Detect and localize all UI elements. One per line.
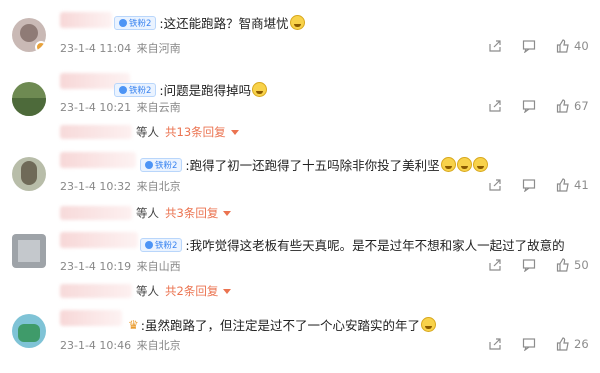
username-blurred[interactable] bbox=[60, 152, 136, 168]
fan-badge[interactable]: 铁粉2 bbox=[140, 157, 183, 172]
comment-text: :问题是跑得掉吗 bbox=[159, 83, 252, 98]
comment-text: :虽然跑路了，但注定是过不了一个心安踏实的年了 bbox=[140, 318, 420, 333]
caret-down-icon[interactable] bbox=[223, 289, 232, 294]
comment-item: 铁粉2 :我咋觉得这老板有些天真呢。是不是过年不想和家人一起过了故意的 23-1… bbox=[0, 227, 600, 302]
replier-names-blurred bbox=[60, 206, 132, 220]
comment-icon[interactable] bbox=[522, 178, 536, 192]
comment-actions: 41 bbox=[468, 178, 590, 192]
laugh-emoji-icon bbox=[252, 82, 268, 97]
username-blurred[interactable] bbox=[60, 12, 112, 28]
comment-location: 来自北京 bbox=[136, 180, 181, 193]
laugh-emoji-icon bbox=[472, 157, 488, 172]
comment-line: 铁粉2 :问题是跑得掉吗 bbox=[114, 80, 268, 99]
replies-prefix: 等人 bbox=[136, 284, 159, 298]
share-icon[interactable] bbox=[488, 337, 502, 351]
comment-line: 铁粉2 :跑得了初一还跑得了十五吗除非你投了美利坚 bbox=[140, 155, 488, 174]
avatar[interactable] bbox=[12, 157, 46, 191]
username-blurred[interactable] bbox=[60, 232, 138, 248]
comment-actions: 26 bbox=[468, 337, 590, 351]
comment-item: ♛ :虽然跑路了，但注定是过不了一个心安踏实的年了 23-1-4 10:46 来… bbox=[0, 306, 600, 373]
comment-text: :我咋觉得这老板有些天真呢。是不是过年不想和家人一起过了故意的 bbox=[185, 238, 565, 253]
thumbs-up-icon[interactable] bbox=[556, 39, 570, 53]
comment-actions: 50 bbox=[468, 258, 590, 272]
laugh-emoji-icon bbox=[440, 157, 456, 172]
comment-meta: 23-1-4 10:32 来自北京 bbox=[60, 178, 181, 194]
fan-badge-icon bbox=[145, 240, 153, 249]
comment-actions: 67 bbox=[468, 99, 590, 113]
replies-summary: 等人 共13条回复 bbox=[60, 124, 239, 140]
like-count: 26 bbox=[574, 337, 589, 351]
verified-badge-icon bbox=[35, 41, 46, 52]
comment-meta: 23-1-4 10:21 来自云南 bbox=[60, 99, 181, 115]
comment-time: 23-1-4 10:46 bbox=[60, 339, 132, 352]
like-count: 41 bbox=[574, 178, 589, 192]
comment-time: 23-1-4 11:04 bbox=[60, 42, 132, 55]
comment-location: 来自河南 bbox=[136, 42, 181, 55]
comment-item: 铁粉2 :问题是跑得掉吗 23-1-4 10:21 来自云南 67 等人 共13… bbox=[0, 73, 600, 149]
fan-badge[interactable]: 铁粉2 bbox=[114, 15, 157, 30]
like-count: 50 bbox=[574, 258, 589, 272]
thumbs-up-icon[interactable] bbox=[556, 337, 570, 351]
avatar[interactable] bbox=[12, 82, 46, 116]
fan-badge[interactable]: 铁粉2 bbox=[140, 237, 183, 252]
comment-line: ♛ :虽然跑路了，但注定是过不了一个心安踏实的年了 bbox=[128, 315, 436, 334]
replies-summary: 等人 共3条回复 bbox=[60, 205, 232, 221]
view-replies-link[interactable]: 共3条回复 bbox=[165, 205, 218, 221]
comment-line: 铁粉2 :这还能跑路？智商堪忧 bbox=[114, 13, 305, 32]
view-replies-link[interactable]: 共13条回复 bbox=[165, 124, 226, 140]
comment-icon[interactable] bbox=[522, 39, 536, 53]
replies-prefix: 等人 bbox=[136, 125, 159, 139]
comment-location: 来自云南 bbox=[136, 101, 181, 114]
share-icon[interactable] bbox=[488, 258, 502, 272]
comment-meta: 23-1-4 11:04 来自河南 bbox=[60, 40, 181, 56]
like-count: 40 bbox=[574, 39, 589, 53]
replies-summary: 等人 共2条回复 bbox=[60, 283, 232, 299]
fan-badge-icon bbox=[145, 160, 153, 169]
avatar[interactable] bbox=[12, 234, 46, 268]
replier-names-blurred bbox=[60, 284, 132, 298]
share-icon[interactable] bbox=[488, 99, 502, 113]
view-replies-link[interactable]: 共2条回复 bbox=[165, 283, 218, 299]
fan-badge-icon bbox=[119, 18, 127, 27]
avatar[interactable] bbox=[12, 18, 46, 52]
caret-down-icon[interactable] bbox=[223, 211, 232, 216]
fan-badge-icon bbox=[119, 85, 127, 94]
comment-time: 23-1-4 10:19 bbox=[60, 260, 132, 273]
comment-item: 铁粉2 :这还能跑路？智商堪忧 23-1-4 11:04 来自河南 40 bbox=[0, 0, 600, 68]
comment-icon[interactable] bbox=[522, 258, 536, 272]
share-icon[interactable] bbox=[488, 178, 502, 192]
comment-time: 23-1-4 10:32 bbox=[60, 180, 132, 193]
comment-meta: 23-1-4 10:46 来自北京 bbox=[60, 337, 181, 353]
comment-line: 铁粉2 :我咋觉得这老板有些天真呢。是不是过年不想和家人一起过了故意的 bbox=[140, 235, 565, 254]
comment-text: :跑得了初一还跑得了十五吗除非你投了美利坚 bbox=[185, 158, 440, 173]
comment-location: 来自山西 bbox=[136, 260, 181, 273]
replies-prefix: 等人 bbox=[136, 206, 159, 220]
comment-icon[interactable] bbox=[522, 337, 536, 351]
comment-meta: 23-1-4 10:19 来自山西 bbox=[60, 258, 181, 274]
like-count: 67 bbox=[574, 99, 589, 113]
comment-item: 铁粉2 :跑得了初一还跑得了十五吗除非你投了美利坚 23-1-4 10:32 来… bbox=[0, 150, 600, 225]
thumbs-up-icon[interactable] bbox=[556, 99, 570, 113]
grin-emoji-icon bbox=[420, 317, 436, 332]
crown-icon: ♛ bbox=[128, 317, 139, 332]
avatar[interactable] bbox=[12, 314, 46, 348]
comment-icon[interactable] bbox=[522, 99, 536, 113]
comment-actions: 40 bbox=[468, 39, 590, 53]
comment-text: :这还能跑路？智商堪忧 bbox=[159, 16, 289, 31]
caret-down-icon[interactable] bbox=[230, 130, 239, 135]
share-icon[interactable] bbox=[488, 39, 502, 53]
replier-names-blurred bbox=[60, 125, 132, 139]
laugh-emoji-icon bbox=[456, 157, 472, 172]
username-blurred[interactable] bbox=[60, 310, 122, 326]
fan-badge[interactable]: 铁粉2 bbox=[114, 82, 157, 97]
comment-location: 来自北京 bbox=[136, 339, 181, 352]
laugh-emoji-icon bbox=[289, 15, 305, 30]
thumbs-up-icon[interactable] bbox=[556, 178, 570, 192]
comment-time: 23-1-4 10:21 bbox=[60, 101, 132, 114]
thumbs-up-icon[interactable] bbox=[556, 258, 570, 272]
